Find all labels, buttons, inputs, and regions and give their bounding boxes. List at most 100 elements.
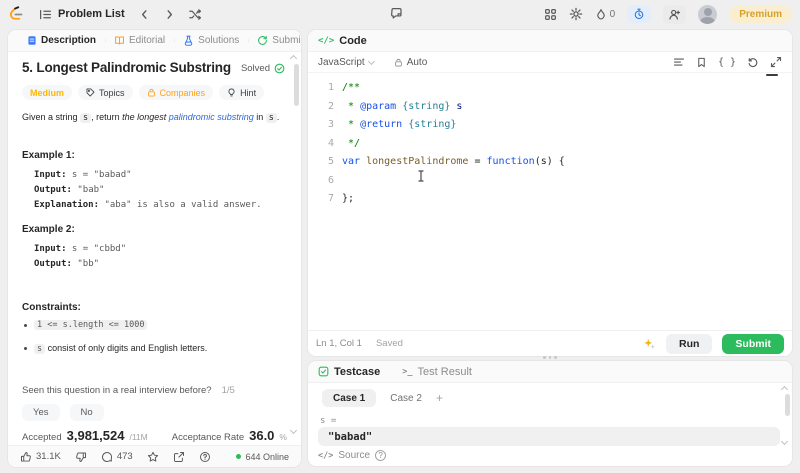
palindromic-substring-link[interactable]: palindromic substring [169, 112, 254, 122]
testcase-scroll-down[interactable] [780, 437, 789, 446]
code-panel-header: </> Code [308, 30, 792, 52]
shuffle-icon[interactable] [188, 8, 202, 21]
run-button[interactable]: Run [665, 333, 713, 354]
panel-resize-handle[interactable] [540, 356, 560, 359]
testcase-scrollbar-thumb[interactable] [785, 394, 790, 416]
interview-survey: Seen this question in a real interview b… [22, 385, 235, 396]
favorite-button[interactable] [147, 451, 159, 463]
example1-heading: Example 1: [22, 150, 75, 161]
fullscreen-icon[interactable] [770, 56, 782, 68]
description-doc-icon [28, 36, 36, 45]
code-editor[interactable]: 1234567 /** * @param {string} s * @retur… [308, 73, 792, 330]
scroll-down-arrow[interactable] [289, 426, 298, 435]
solved-check-icon [274, 63, 285, 74]
survey-yes-button[interactable]: Yes [22, 404, 60, 421]
prev-question-button[interactable] [139, 9, 150, 20]
acceptance-rate: 36.0 [249, 428, 275, 443]
problem-title: 5. Longest Palindromic Substring [22, 60, 231, 75]
settings-gear-icon[interactable] [569, 7, 583, 21]
constraint-item: 1 <= s.length <= 1000 [24, 320, 148, 330]
hint-chip[interactable]: Hint [219, 85, 265, 100]
editorial-book-icon [115, 36, 124, 45]
lock-icon [394, 58, 402, 66]
code-icon: </> [318, 35, 335, 46]
braces-icon[interactable]: { } [718, 57, 736, 68]
tab-code[interactable]: </> Code [318, 35, 367, 47]
tab-description[interactable]: Description [18, 35, 105, 46]
next-question-button[interactable] [164, 9, 175, 20]
testcase-help-icon[interactable]: ? [375, 450, 387, 461]
format-code-icon[interactable] [673, 56, 685, 68]
source-label[interactable]: Source [338, 450, 370, 461]
user-avatar[interactable] [698, 4, 718, 24]
help-button[interactable] [199, 451, 211, 463]
case-tabs: Case 1 Case 2 + [322, 389, 443, 407]
share-button[interactable] [173, 451, 185, 463]
description-panel-tabs: Description Editorial Solutions Submissi… [8, 30, 301, 52]
add-case-button[interactable]: + [436, 391, 443, 405]
submit-button[interactable]: Submit [722, 333, 784, 354]
star-icon [147, 451, 158, 462]
tag-icon [86, 88, 95, 97]
testcase-check-icon [318, 366, 329, 377]
example1-block: Input: s = "babad" Output: "bab" Explanati… [34, 170, 262, 210]
tab-editorial[interactable]: Editorial [105, 35, 174, 46]
problem-content: 5. Longest Palindromic Substring Solved … [8, 52, 301, 445]
leetcode-logo[interactable] [8, 5, 25, 23]
survey-no-button[interactable]: No [69, 404, 104, 421]
scroll-up-arrow[interactable] [289, 54, 298, 63]
online-indicator: 644 Online [236, 452, 289, 462]
constraint-item: s consist of only digits and English let… [24, 343, 207, 354]
testcase-panel-header: Testcase >_ Test Result [308, 361, 792, 383]
top-navigation-bar: Problem List 0 Premium [0, 0, 800, 28]
accepted-total: /11M [129, 432, 148, 442]
premium-button[interactable]: Premium [729, 5, 792, 23]
apps-grid-icon[interactable] [544, 8, 557, 21]
lightbulb-icon [228, 88, 235, 97]
difficulty-badge[interactable]: Medium [22, 85, 73, 100]
sparkle-ai-icon[interactable] [643, 337, 656, 350]
editor-statusbar: Ln 1, Col 1 Saved Run Submit [308, 330, 792, 356]
timer-button[interactable] [627, 5, 652, 23]
tab-solutions[interactable]: Solutions [174, 35, 248, 46]
testcase-scroll-up[interactable] [780, 385, 789, 394]
solutions-flask-icon [184, 35, 193, 46]
bookmark-icon[interactable] [696, 57, 707, 68]
left-scrollbar-thumb[interactable] [294, 64, 299, 106]
editor-toolbar: JavaScript Auto { } [308, 52, 792, 73]
tab-testcase[interactable]: Testcase [318, 366, 380, 378]
online-dot [236, 454, 242, 459]
case-1-tab[interactable]: Case 1 [322, 389, 377, 407]
testcase-input[interactable]: "babad" [318, 427, 780, 446]
thumbs-up-icon [21, 451, 31, 462]
case-2-tab[interactable]: Case 2 [390, 393, 422, 404]
problem-list-label[interactable]: Problem List [58, 8, 125, 20]
comment-icon [101, 451, 112, 462]
source-code-icon: </> [318, 450, 334, 461]
survey-buttons: Yes No [22, 404, 104, 421]
language-selector[interactable]: JavaScript [318, 57, 375, 68]
problem-list-icon[interactable] [39, 8, 52, 21]
chevron-down-icon [367, 57, 375, 65]
tab-test-result[interactable]: >_ Test Result [402, 366, 472, 378]
acceptance-stats: Accepted 3,981,524 /11M Acceptance Rate … [22, 428, 287, 443]
dislike-button[interactable] [75, 451, 87, 463]
terminal-icon: >_ [402, 366, 413, 377]
topics-chip[interactable]: Topics [78, 85, 133, 100]
comments-button[interactable]: 473 [101, 451, 133, 463]
text-cursor [417, 170, 425, 182]
daily-streak[interactable]: 0 [595, 8, 615, 21]
auto-setting[interactable]: Auto [394, 57, 427, 68]
like-button[interactable]: 31.1K [20, 451, 61, 463]
invite-user-icon[interactable] [663, 4, 687, 24]
param-label: s = [320, 416, 337, 426]
lock-icon [147, 88, 155, 97]
tab-submissions[interactable]: Submissions [248, 35, 301, 46]
question-circle-icon [199, 451, 210, 462]
reset-code-icon[interactable] [747, 56, 759, 68]
companies-chip[interactable]: Companies [138, 85, 214, 100]
leetcode-app: Problem List 0 Premium Description Edito… [0, 0, 800, 473]
accepted-count: 3,981,524 [66, 428, 125, 443]
share-icon [173, 451, 184, 462]
notes-icon[interactable] [390, 7, 403, 20]
